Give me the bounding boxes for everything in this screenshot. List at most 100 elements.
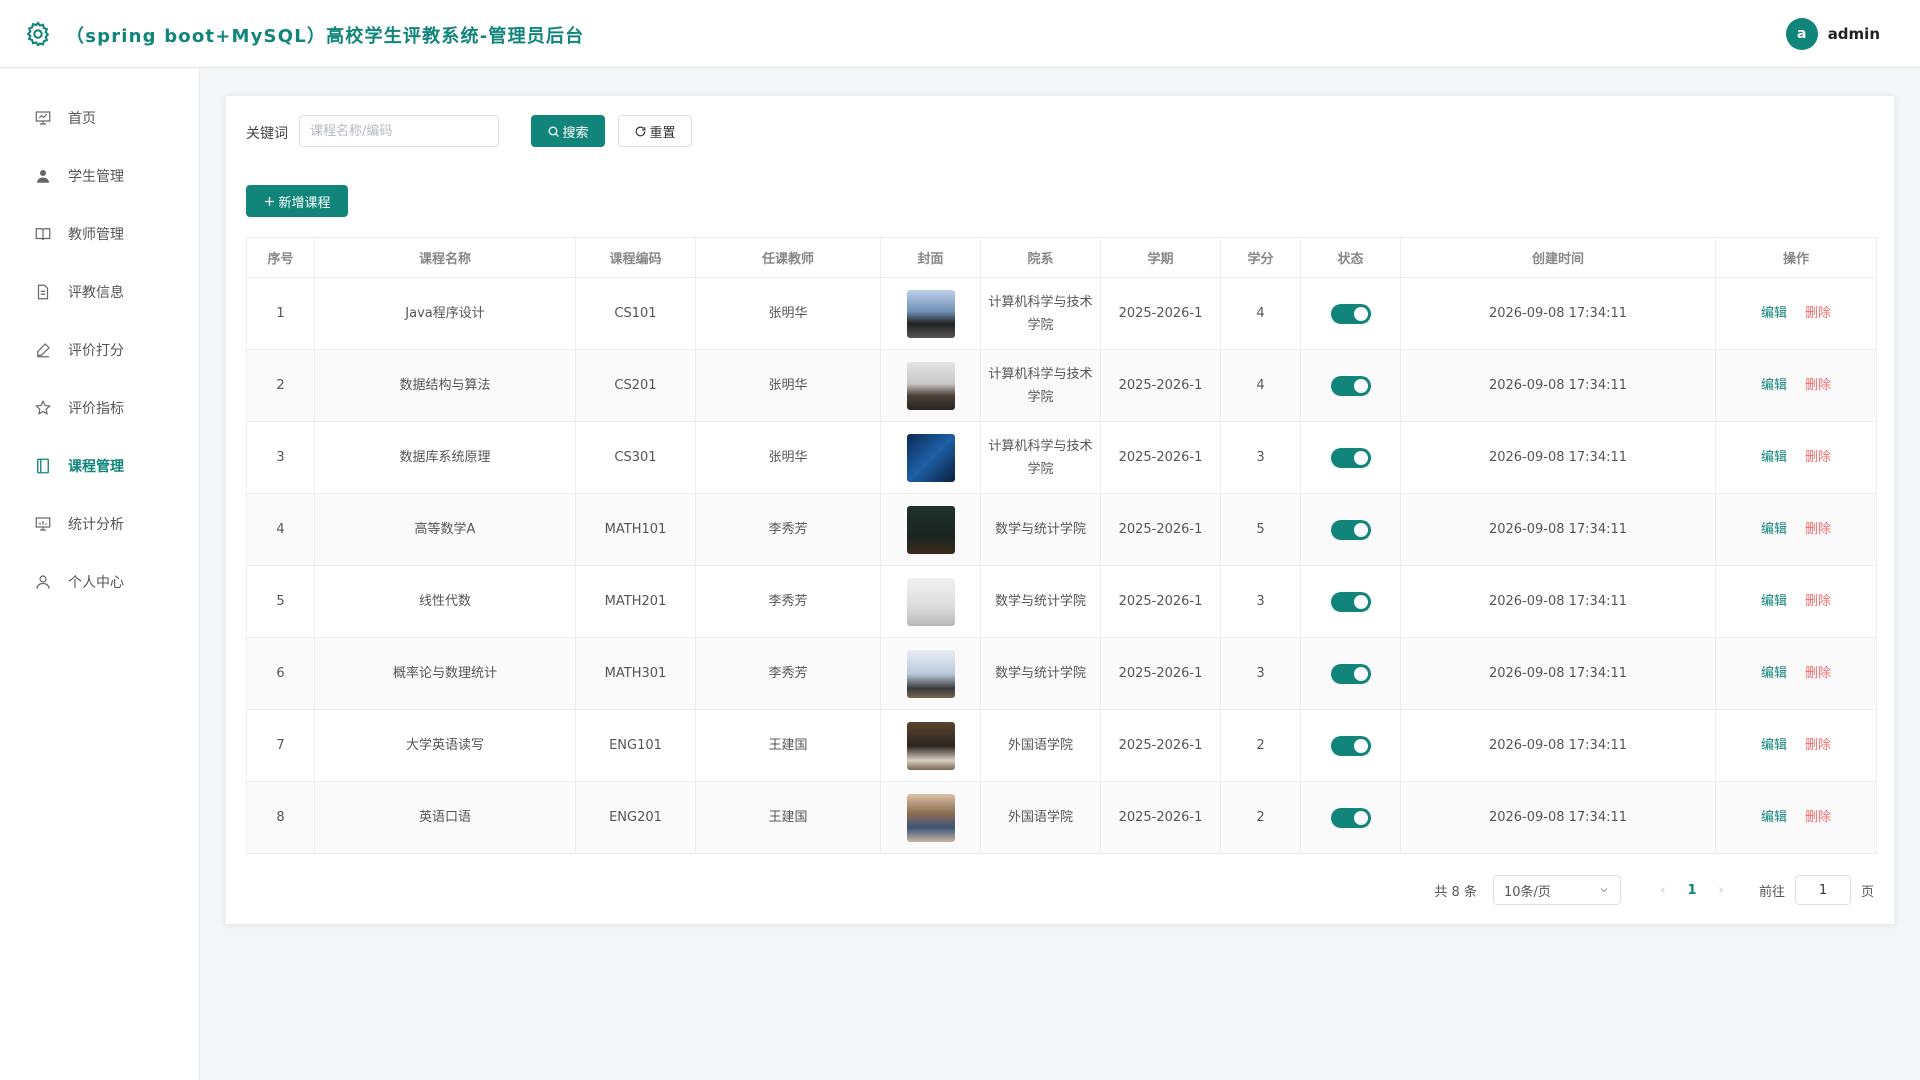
prev-page-button[interactable]: ‹ <box>1649 883 1677 898</box>
cell-term: 2025-2026-1 <box>1100 421 1221 494</box>
username[interactable]: admin <box>1828 25 1880 43</box>
whiteboard-cover[interactable] <box>906 577 955 626</box>
cell-cover <box>880 565 981 638</box>
status-toggle[interactable] <box>1330 663 1371 684</box>
goto-label: 前往 <box>1758 884 1785 900</box>
status-toggle[interactable] <box>1330 303 1371 324</box>
sidebar-item-label: 评价指标 <box>68 401 124 417</box>
cell-term: 2025-2026-1 <box>1100 637 1221 710</box>
delete-link[interactable]: 删除 <box>1805 378 1831 393</box>
status-toggle[interactable] <box>1330 591 1371 612</box>
sidebar-item-label: 评价打分 <box>68 343 124 359</box>
edit-link[interactable]: 编辑 <box>1761 522 1787 537</box>
lecture-cover[interactable] <box>906 361 955 410</box>
cell-course-code: ENG201 <box>575 781 696 854</box>
pen-icon <box>37 343 50 358</box>
cell-term: 2025-2026-1 <box>1100 565 1221 638</box>
document-icon <box>37 284 49 300</box>
sidebar-item-label: 教师管理 <box>68 227 124 243</box>
cell-course-name: 数据结构与算法 <box>314 349 576 422</box>
edit-link[interactable]: 编辑 <box>1761 738 1787 753</box>
delete-link[interactable]: 删除 <box>1805 450 1831 465</box>
delete-link[interactable]: 删除 <box>1805 738 1831 753</box>
sidebar-item-evaluations[interactable]: 评教信息 <box>0 263 200 321</box>
cell-course-name: 数据库系统原理 <box>314 421 576 494</box>
laptop-cover[interactable] <box>906 289 955 338</box>
user-outline-icon <box>36 575 50 589</box>
status-toggle[interactable] <box>1330 735 1371 756</box>
page-size-value: 10条/页 <box>1503 884 1551 900</box>
sidebar-item-scoring[interactable]: 评价打分 <box>0 321 200 379</box>
cell-course-code: ENG101 <box>575 709 696 782</box>
status-toggle[interactable] <box>1330 519 1371 540</box>
cell-status <box>1300 781 1401 854</box>
stats-cover[interactable] <box>906 649 955 698</box>
classroom-cover[interactable] <box>906 793 955 842</box>
edit-link[interactable]: 编辑 <box>1761 810 1787 825</box>
table-row: 5 线性代数 MATH201 李秀芳 数学与统计学院 2025-2026-1 3 2026-0… <box>246 565 1877 638</box>
search-button[interactable]: 搜索 <box>531 115 605 147</box>
cell-created-time: 2026-09-08 17:34:11 <box>1400 421 1716 494</box>
search-icon <box>549 126 560 137</box>
cell-cover <box>880 277 981 350</box>
column-header: 院系 <box>980 237 1101 278</box>
avatar[interactable]: a <box>1785 18 1818 50</box>
sidebar-item-students[interactable]: 学生管理 <box>0 147 200 205</box>
delete-link[interactable]: 删除 <box>1805 594 1831 609</box>
sidebar-item-label: 首页 <box>68 111 96 127</box>
sidebar-item-teachers[interactable]: 教师管理 <box>0 205 200 263</box>
cell-cover <box>880 349 981 422</box>
edit-link[interactable]: 编辑 <box>1761 306 1787 321</box>
next-page-button[interactable]: › <box>1707 883 1735 898</box>
add-course-button[interactable]: 新增课程 <box>246 185 348 217</box>
cell-status <box>1300 565 1401 638</box>
cell-credit: 2 <box>1220 781 1301 854</box>
status-toggle[interactable] <box>1330 807 1371 828</box>
delete-link[interactable]: 删除 <box>1805 666 1831 681</box>
delete-link[interactable]: 删除 <box>1805 810 1831 825</box>
sidebar-item-statistics[interactable]: 统计分析 <box>0 495 200 553</box>
course-management-panel: 关键词 搜索 重置 新增课程 序号 课程名称 课程编码 任课教师 封面 院系 学… <box>225 95 1895 925</box>
sidebar-item-label: 个人中心 <box>68 575 124 591</box>
sidebar-item-indicators[interactable]: 评价指标 <box>0 379 200 437</box>
cell-actions: 编辑 删除 <box>1715 637 1877 710</box>
edit-link[interactable]: 编辑 <box>1761 450 1787 465</box>
delete-link[interactable]: 删除 <box>1805 306 1831 321</box>
blackboard-cover[interactable] <box>906 505 955 554</box>
reset-button-label: 重置 <box>649 125 676 141</box>
keyword-label: 关键词 <box>246 126 288 142</box>
goto-page-input[interactable] <box>1794 875 1851 905</box>
library-cover[interactable] <box>906 721 955 770</box>
edit-link[interactable]: 编辑 <box>1761 666 1787 681</box>
cell-term: 2025-2026-1 <box>1100 781 1221 854</box>
sidebar-item-profile[interactable]: 个人中心 <box>0 553 200 611</box>
sidebar-item-home[interactable]: 首页 <box>0 89 200 147</box>
server-cover[interactable] <box>906 433 955 482</box>
plus-icon <box>265 196 275 206</box>
status-toggle[interactable] <box>1330 375 1371 396</box>
edit-link[interactable]: 编辑 <box>1761 594 1787 609</box>
status-toggle[interactable] <box>1330 447 1371 468</box>
cell-course-code: MATH301 <box>575 637 696 710</box>
cell-actions: 编辑 删除 <box>1715 709 1877 782</box>
column-header: 封面 <box>880 237 981 278</box>
sidebar-item-courses[interactable]: 课程管理 <box>0 437 200 495</box>
cell-term: 2025-2026-1 <box>1100 709 1221 782</box>
edit-link[interactable]: 编辑 <box>1761 378 1787 393</box>
user-menu[interactable]: a admin <box>1785 18 1880 50</box>
course-table: 序号 课程名称 课程编码 任课教师 封面 院系 学期 学分 状态 创建时间 操作… <box>246 237 1877 854</box>
top-header: （spring boot+MySQL）高校学生评教系统-管理员后台 a admi… <box>0 0 1920 68</box>
table-row: 1 Java程序设计 CS101 张明华 计算机科学与技术学院 2025-2026-1 4 2… <box>246 277 1877 350</box>
cell-course-code: MATH101 <box>575 493 696 566</box>
page-size-select[interactable]: 10条/页 <box>1492 875 1621 905</box>
delete-link[interactable]: 删除 <box>1805 522 1831 537</box>
cell-actions: 编辑 删除 <box>1715 421 1877 494</box>
page-number-current[interactable]: 1 <box>1677 883 1707 898</box>
search-input[interactable] <box>299 115 499 147</box>
gear-icon[interactable] <box>24 20 52 48</box>
column-header: 学分 <box>1220 237 1301 278</box>
sidebar-item-label: 学生管理 <box>68 169 124 185</box>
cell-department: 计算机科学与技术学院 <box>980 421 1101 494</box>
table-row: 7 大学英语读写 ENG101 王建国 外国语学院 2025-2026-1 2 2026-09… <box>246 709 1877 782</box>
reset-button[interactable]: 重置 <box>618 115 692 147</box>
